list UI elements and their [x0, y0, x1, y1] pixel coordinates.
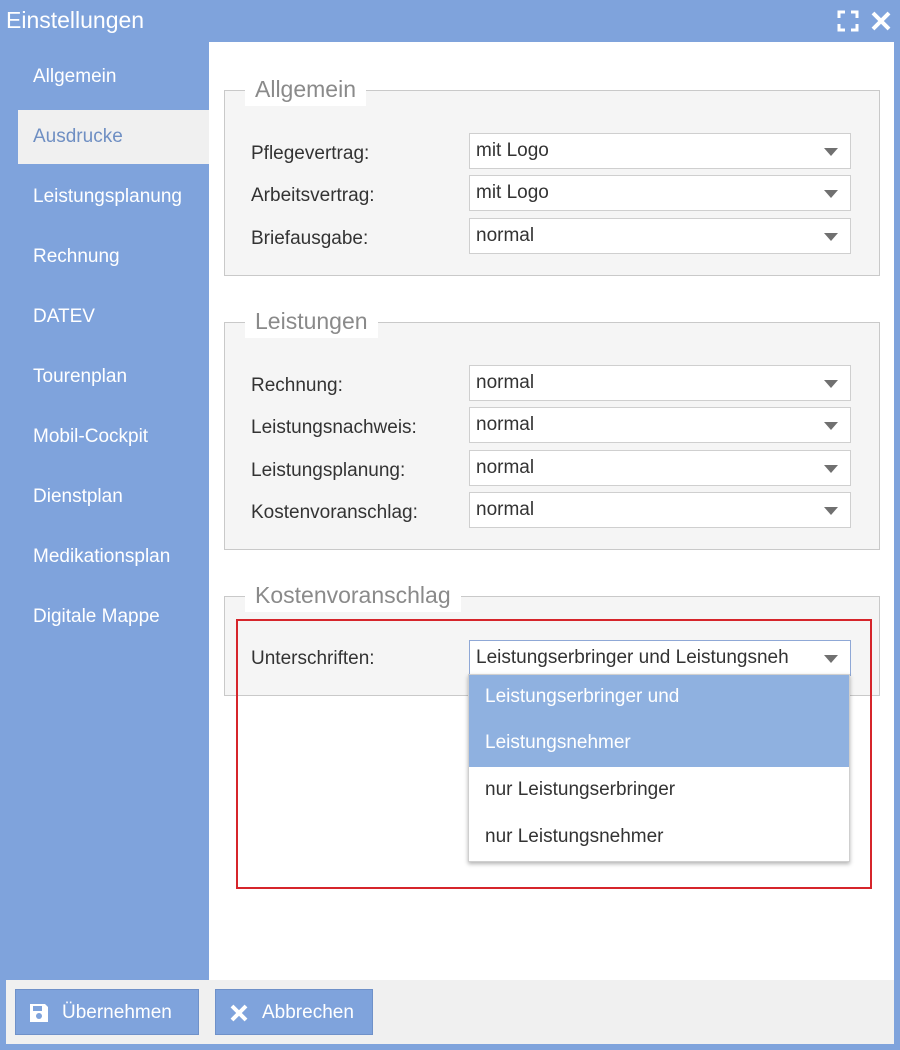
close-icon[interactable]: [869, 9, 893, 33]
rechnung-label: Rechnung:: [251, 375, 343, 396]
fieldset-allgemein: Allgemein Pflegevertrag: mit Logo Arbeit…: [224, 72, 880, 276]
fieldset-legend: Leistungen: [245, 304, 378, 338]
dropdown-caret-icon: [824, 148, 838, 156]
select-value: normal: [476, 414, 535, 435]
leistungsnachweis-select[interactable]: normal: [469, 407, 851, 443]
dropdown-caret-icon: [824, 233, 838, 241]
dropdown-caret-icon: [824, 380, 838, 388]
sidebar: Allgemein Ausdrucke Leistungsplanung Rec…: [6, 42, 209, 980]
kostenvoranschlag-label: Kostenvoranschlag:: [251, 502, 418, 523]
pflegevertrag-label: Pflegevertrag:: [251, 143, 370, 164]
leistungsnachweis-label: Leistungsnachweis:: [251, 417, 417, 438]
sidebar-item-rechnung[interactable]: Rechnung: [18, 230, 209, 284]
leistungsplanung-select[interactable]: normal: [469, 450, 851, 486]
briefausgabe-label: Briefausgabe:: [251, 228, 369, 249]
settings-window: Einstellungen Allgemein Ausdrucke Leistu…: [0, 0, 900, 1050]
kostenvoranschlag-select[interactable]: normal: [469, 492, 851, 528]
dropdown-caret-icon: [824, 190, 838, 198]
apply-button[interactable]: Übernehmen: [15, 989, 199, 1035]
sidebar-item-dienstplan[interactable]: Dienstplan: [18, 470, 209, 524]
arbeitsvertrag-select[interactable]: mit Logo: [469, 175, 851, 211]
fieldset-legend: Allgemein: [245, 72, 366, 106]
select-value: normal: [476, 372, 535, 393]
dropdown-caret-icon: [824, 507, 838, 515]
pflegevertrag-select[interactable]: mit Logo: [469, 133, 851, 169]
floppy-disk-icon: [28, 1002, 50, 1024]
rechnung-select[interactable]: normal: [469, 365, 851, 401]
cancel-button[interactable]: Abbrechen: [215, 989, 373, 1035]
maximize-icon[interactable]: [836, 9, 860, 33]
leistungsplanung-label: Leistungsplanung:: [251, 460, 406, 481]
cancel-button-label: Abbrechen: [262, 1002, 354, 1023]
sidebar-item-leistungsplanung[interactable]: Leistungsplanung: [18, 170, 209, 224]
select-value: mit Logo: [476, 182, 549, 203]
title-bar: Einstellungen: [0, 0, 900, 41]
window-title: Einstellungen: [6, 7, 145, 33]
fieldset-legend: Kostenvoranschlag: [245, 578, 461, 612]
sidebar-item-allgemein[interactable]: Allgemein: [18, 50, 209, 104]
dropdown-caret-icon: [824, 465, 838, 473]
dropdown-caret-icon: [824, 422, 838, 430]
select-value: normal: [476, 225, 535, 246]
arbeitsvertrag-label: Arbeitsvertrag:: [251, 185, 375, 206]
fieldset-leistungen: Leistungen Rechnung: normal Leistungsnac…: [224, 304, 880, 550]
sidebar-item-mobil-cockpit[interactable]: Mobil-Cockpit: [18, 410, 209, 464]
sidebar-item-digitale-mappe[interactable]: Digitale Mappe: [18, 590, 209, 644]
select-value: mit Logo: [476, 140, 549, 161]
highlight-annotation-box: [236, 619, 872, 889]
select-value: normal: [476, 499, 535, 520]
sidebar-item-ausdrucke[interactable]: Ausdrucke: [18, 110, 209, 164]
sidebar-item-tourenplan[interactable]: Tourenplan: [18, 350, 209, 404]
briefausgabe-select[interactable]: normal: [469, 218, 851, 254]
sidebar-item-medikationsplan[interactable]: Medikationsplan: [18, 530, 209, 584]
sidebar-item-datev[interactable]: DATEV: [18, 290, 209, 344]
dialog-body: Allgemein Ausdrucke Leistungsplanung Rec…: [6, 42, 894, 1044]
dialog-footer: Übernehmen Abbrechen: [6, 980, 894, 1044]
cancel-x-icon: [228, 1002, 250, 1024]
apply-button-label: Übernehmen: [62, 1002, 172, 1023]
select-value: normal: [476, 457, 535, 478]
